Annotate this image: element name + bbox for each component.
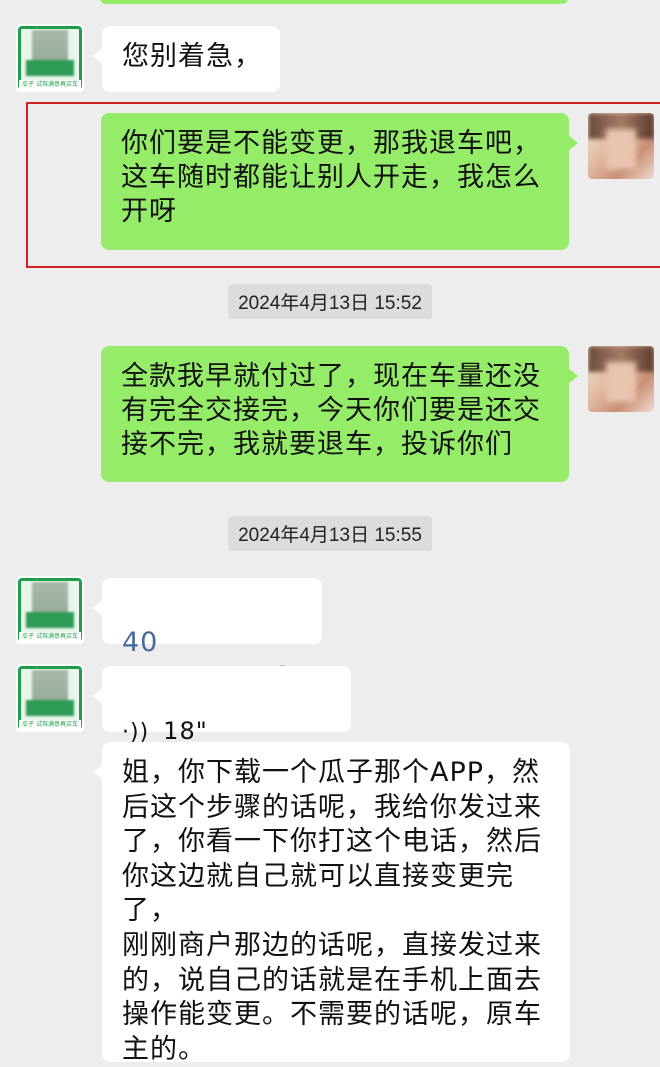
- agent-avatar[interactable]: 瓜子 试驾满意再买车: [16, 664, 84, 732]
- user-avatar[interactable]: [588, 346, 654, 412]
- agent-avatar[interactable]: 瓜子 试驾满意再买车: [16, 24, 84, 92]
- message-phone-number[interactable]: 409: [93, 578, 322, 692]
- phone-number-visible[interactable]: 40: [122, 627, 158, 658]
- message-sent[interactable]: 全款我早就付过了，现在车量还没 有完全交接完，今天你们要是还交 接不完，我就要退…: [101, 346, 578, 482]
- voice-transcription[interactable]: 姐，你下载一个瓜子那个APP，然 后这个步骤的话呢，我给你发过来 了，你看一下你…: [93, 742, 570, 1065]
- voice-message[interactable]: ·)) 18": [93, 666, 351, 745]
- timestamp: 2024年4月13日 15:55: [228, 516, 432, 551]
- user-avatar[interactable]: [588, 113, 654, 179]
- agent-avatar[interactable]: 瓜子 试驾满意再买车: [16, 576, 84, 644]
- message-sent[interactable]: 你们要是不能变更，那我退车吧， 这车随时都能让别人开走，我怎么 开呀: [101, 113, 578, 250]
- previous-message-edge: [100, 0, 568, 4]
- voice-duration: 18": [163, 717, 208, 745]
- message-received[interactable]: 您别着急，: [93, 26, 280, 92]
- avatar-brand-strip: 瓜子 试驾满意再买车: [19, 80, 81, 90]
- timestamp: 2024年4月13日 15:52: [228, 284, 432, 319]
